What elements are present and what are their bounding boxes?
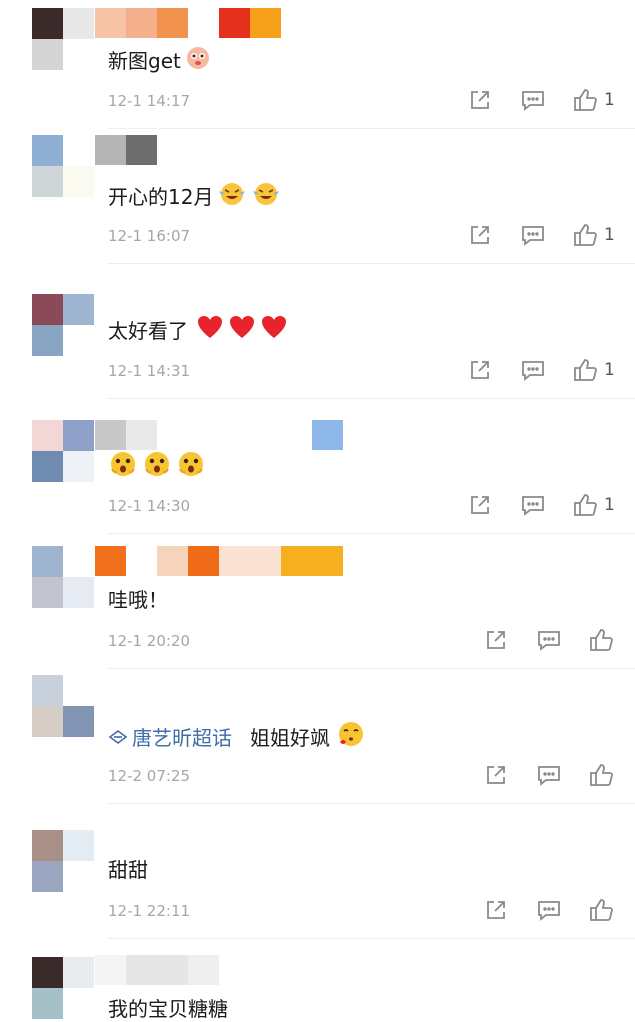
comment-text: 唐艺昕超话 姐姐好飒 xyxy=(108,719,366,754)
comment-text: 甜甜 xyxy=(108,854,148,883)
like-button[interactable] xyxy=(588,763,614,787)
avatar[interactable] xyxy=(32,546,94,608)
comment-body: 开心的12月 xyxy=(108,185,214,209)
divider xyxy=(108,263,635,264)
heart-icon xyxy=(260,314,288,345)
like-button[interactable]: 1 xyxy=(572,358,615,382)
share-button[interactable] xyxy=(484,763,508,787)
comment-time: 12-1 14:17 xyxy=(108,92,191,110)
like-button[interactable] xyxy=(588,898,614,922)
comment-button[interactable] xyxy=(520,223,546,247)
kiss-face-icon xyxy=(336,719,366,754)
divider xyxy=(108,938,635,939)
comment-time: 12-1 20:20 xyxy=(108,632,191,650)
comment-text: 我的宝贝糖糖 xyxy=(108,993,228,1022)
comment-actions xyxy=(484,898,614,922)
username-redacted[interactable] xyxy=(95,546,343,576)
username-redacted[interactable] xyxy=(95,8,281,38)
share-button[interactable] xyxy=(484,898,508,922)
divider xyxy=(108,398,635,399)
shocked-face-icon xyxy=(142,449,172,484)
comment-body: 我的宝贝糖糖 xyxy=(108,997,228,1021)
comment-body: 新图get xyxy=(108,49,181,73)
comment-button[interactable] xyxy=(536,763,562,787)
comment-body: 太好看了 xyxy=(108,319,188,343)
avatar[interactable] xyxy=(32,135,94,197)
username-redacted[interactable] xyxy=(95,135,157,165)
comment-time: 12-1 16:07 xyxy=(108,227,191,245)
comment-button[interactable] xyxy=(536,628,562,652)
heart-icon xyxy=(228,314,256,345)
supertopic-link[interactable]: 唐艺昕超话 xyxy=(108,722,232,751)
comment-text: 哇哦！ xyxy=(108,584,168,613)
avatar[interactable] xyxy=(32,830,94,892)
divider xyxy=(108,533,635,534)
tears-of-joy-icon xyxy=(217,179,247,212)
share-button[interactable] xyxy=(468,88,492,112)
comment-actions xyxy=(484,628,614,652)
like-count: 1 xyxy=(604,90,615,110)
comment-body: 姐姐好飒 xyxy=(250,726,330,750)
like-button[interactable]: 1 xyxy=(572,493,615,517)
supertopic-label: 唐艺昕超话 xyxy=(132,726,232,750)
share-button[interactable] xyxy=(484,628,508,652)
share-button[interactable] xyxy=(468,358,492,382)
comment-actions xyxy=(484,763,614,787)
comment-actions: 1 xyxy=(468,88,615,112)
like-count: 1 xyxy=(604,225,615,245)
comment-body: 甜甜 xyxy=(108,858,148,882)
avatar[interactable] xyxy=(32,420,94,482)
like-button[interactable] xyxy=(588,628,614,652)
divider xyxy=(108,668,635,669)
supertopic-diamond-icon xyxy=(108,729,128,744)
comment-time: 12-1 14:30 xyxy=(108,497,191,515)
divider xyxy=(108,128,635,129)
avatar[interactable] xyxy=(32,294,94,356)
heart-icon xyxy=(196,314,224,345)
comment-text: 太好看了 xyxy=(108,314,288,345)
comment-button[interactable] xyxy=(520,493,546,517)
share-button[interactable] xyxy=(468,493,492,517)
avatar[interactable] xyxy=(32,957,94,1019)
avatar[interactable] xyxy=(32,8,94,70)
divider xyxy=(108,803,635,804)
share-button[interactable] xyxy=(468,223,492,247)
comment-time: 12-1 14:31 xyxy=(108,362,191,380)
like-button[interactable]: 1 xyxy=(572,88,615,112)
like-count: 1 xyxy=(604,495,615,515)
username-redacted[interactable] xyxy=(95,420,343,450)
like-button[interactable]: 1 xyxy=(572,223,615,247)
shocked-face-icon xyxy=(176,449,206,484)
comment-time: 12-2 07:25 xyxy=(108,767,191,785)
comment-actions: 1 xyxy=(468,223,615,247)
username-redacted[interactable] xyxy=(95,955,219,985)
avatar[interactable] xyxy=(32,675,94,737)
comment-text xyxy=(108,449,206,484)
comment-text: 新图get xyxy=(108,44,211,75)
like-count: 1 xyxy=(604,360,615,380)
comment-actions: 1 xyxy=(468,358,615,382)
comment-button[interactable] xyxy=(520,88,546,112)
comment-body: 哇哦！ xyxy=(108,588,168,612)
comment-time: 12-1 22:11 xyxy=(108,902,191,920)
shocked-face-icon xyxy=(108,449,138,484)
shy-icon xyxy=(185,44,211,75)
comment-button[interactable] xyxy=(520,358,546,382)
tears-of-joy-icon xyxy=(251,179,281,212)
comment-actions: 1 xyxy=(468,493,615,517)
comment-text: 开心的12月 xyxy=(108,179,281,212)
comment-button[interactable] xyxy=(536,898,562,922)
